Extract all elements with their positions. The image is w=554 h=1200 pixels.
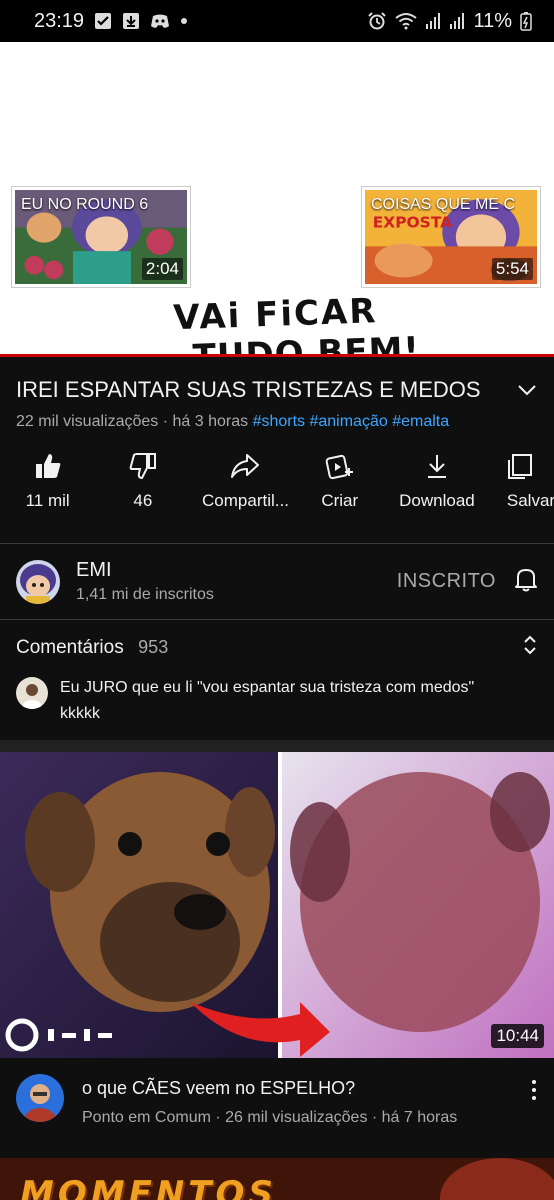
endcard-left-duration: 2:04: [141, 258, 183, 280]
channel-name: EMI: [76, 559, 112, 581]
comments-count: 953: [138, 636, 169, 657]
top-comment-line-2: kkkkk: [60, 705, 100, 722]
discord-notification-icon: [150, 13, 170, 29]
signal-icon-2: [449, 12, 465, 30]
channel-subscribers: 1,41 mi de inscritos: [76, 586, 214, 603]
status-time: 23:19: [34, 9, 85, 32]
download-notification-icon: [122, 12, 140, 30]
next-video-thumbnail[interactable]: 10:44: [0, 752, 554, 1058]
next-video-thumbnail-image: [0, 752, 554, 1058]
dislike-button[interactable]: 46: [95, 451, 190, 543]
following-video-thumb-text: MOMENTOS: [20, 1174, 277, 1200]
next-video-card[interactable]: o que CÃES veem no ESPELHO? Ponto em Com…: [0, 1058, 554, 1158]
more-options-icon[interactable]: [530, 1080, 538, 1158]
save-playlist-icon: [507, 451, 533, 481]
alarm-icon: [367, 11, 387, 31]
download-button[interactable]: Download: [379, 451, 495, 543]
next-video-channel-avatar[interactable]: [16, 1074, 64, 1122]
action-bar: 11 mil 46 Compartil... Criar Download Sa…: [0, 431, 554, 543]
video-player[interactable]: EU NO ROUND 6 2:04 EXPOSTA COISAS QUE ME…: [0, 42, 554, 354]
channel-avatar[interactable]: [16, 559, 60, 604]
subscribed-button[interactable]: INSCRITO: [397, 570, 496, 593]
section-gap: [0, 740, 554, 752]
video-hashtags[interactable]: #shorts #animação #emalta: [253, 413, 450, 430]
video-title[interactable]: IREI ESPANTAR SUAS TRISTEZAS E MEDOS: [16, 375, 481, 405]
video-meta: 22 mil visualizações · há 3 horas #short…: [16, 413, 538, 431]
endcard-video-right[interactable]: EXPOSTA COISAS QUE ME C 5:54: [362, 187, 540, 287]
share-icon: [230, 451, 260, 481]
download-icon: [424, 451, 450, 481]
battery-percent: 11%: [473, 9, 512, 32]
dislike-count: 46: [133, 491, 153, 510]
create-icon: [325, 451, 355, 481]
following-video-thumbnail[interactable]: MOMENTOS: [0, 1158, 554, 1200]
endcard-video-left[interactable]: EU NO ROUND 6 2:04: [12, 187, 190, 287]
endcard-left-title: EU NO ROUND 6: [21, 196, 149, 213]
comments-title: Comentários: [16, 636, 124, 658]
like-button[interactable]: 11 mil: [0, 451, 95, 543]
next-video-meta: Ponto em Comum · 26 mil visualizações · …: [82, 1109, 458, 1126]
create-label: Criar: [321, 491, 359, 510]
bell-icon[interactable]: [514, 566, 538, 597]
wifi-icon: [395, 12, 418, 30]
like-count: 11 mil: [25, 491, 70, 510]
chevron-down-icon[interactable]: [516, 379, 538, 401]
download-label: Download: [399, 491, 475, 510]
thumbs-down-icon: [129, 451, 157, 481]
signal-icon-1: [425, 12, 441, 30]
checkbox-notification-icon: [94, 12, 112, 30]
save-button[interactable]: Salvar: [495, 451, 554, 543]
svg-text:EXPOSTA: EXPOSTA: [373, 214, 453, 232]
create-button[interactable]: Criar: [300, 451, 379, 543]
share-label: Compartil...: [202, 491, 289, 510]
status-bar: 23:19 11%: [0, 0, 554, 42]
video-info: IREI ESPANTAR SUAS TRISTEZAS E MEDOS 22 …: [0, 357, 554, 431]
endcard-right-title: COISAS QUE ME C: [371, 196, 516, 213]
battery-charging-icon: [520, 11, 532, 31]
next-video-duration: 10:44: [491, 1024, 544, 1048]
comments-section[interactable]: Comentários 953 Eu JURO que eu li "vou e…: [0, 620, 554, 740]
channel-row[interactable]: EMI 1,41 mi de inscritos INSCRITO: [0, 544, 554, 619]
expand-comments-icon[interactable]: [522, 634, 538, 661]
handwritten-caption: VAi FiCAR TUDO BEM!: [173, 290, 421, 354]
more-notifications-dot-icon: [180, 17, 188, 25]
endcard-right-duration: 5:54: [491, 258, 533, 280]
commenter-avatar: [16, 677, 48, 709]
thumbs-up-icon: [34, 451, 62, 481]
save-label: Salvar: [506, 491, 554, 510]
next-video-title: o que CÃES veem no ESPELHO?: [82, 1078, 356, 1098]
video-views-time: 22 mil visualizações · há 3 horas: [16, 413, 249, 430]
share-button[interactable]: Compartil...: [191, 451, 301, 543]
top-comment-line-1: Eu JURO que eu li "vou espantar sua tris…: [60, 679, 475, 696]
